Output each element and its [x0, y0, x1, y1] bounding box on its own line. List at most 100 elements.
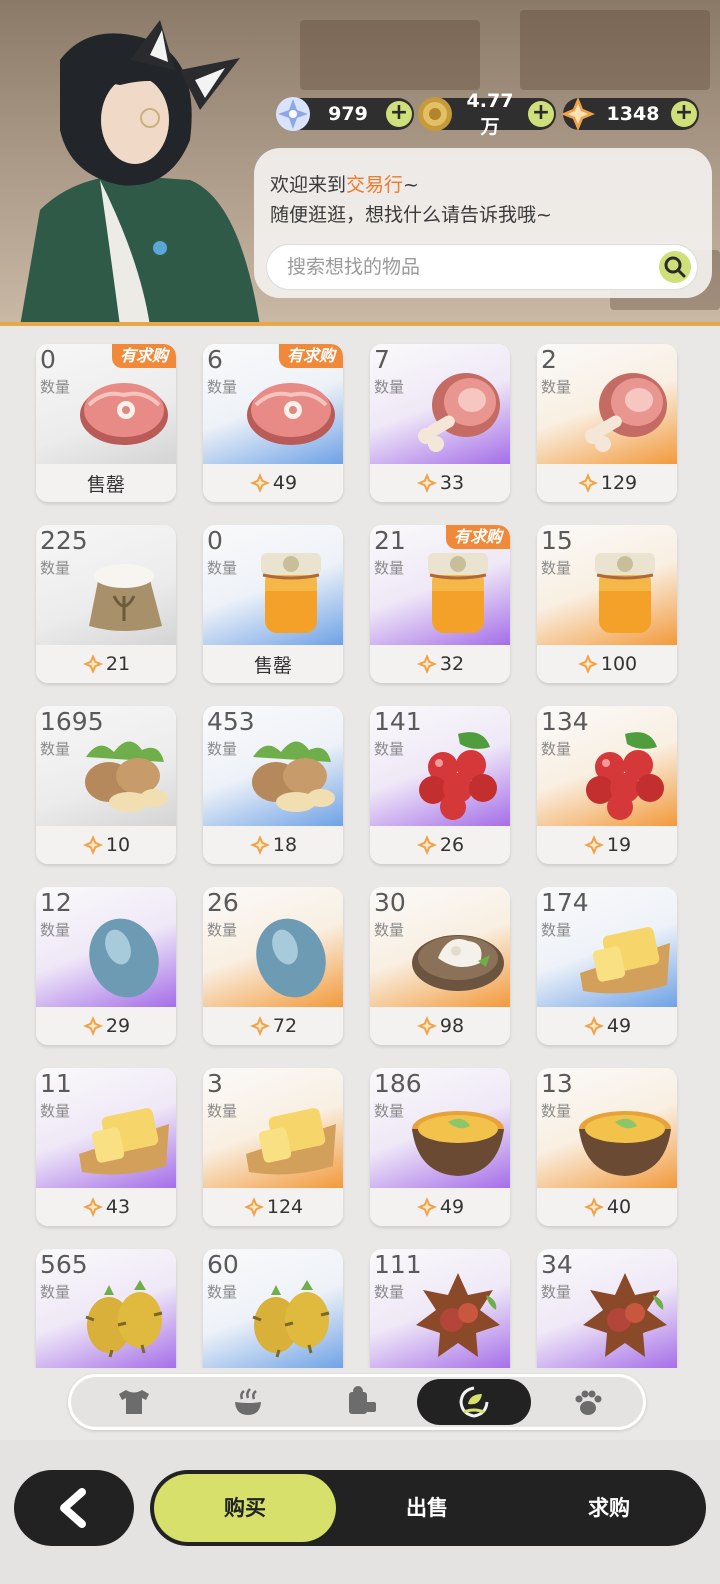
tab-clothing[interactable]	[77, 1379, 191, 1425]
gold-coin-icon	[418, 97, 452, 131]
item-count-label: 数量	[40, 1102, 71, 1120]
spiky-fruit-icon	[85, 1280, 163, 1358]
item-card[interactable]: 13 数量 40	[537, 1068, 677, 1226]
item-grid: 0 数量 有求购 售罄 6 数量 有求购 49 7 数量 33 2 数量 129 225 数量 21 0 数量 售罄 2…	[0, 326, 720, 1368]
price-value: 40	[606, 1196, 632, 1218]
item-price: 29	[36, 1007, 176, 1045]
back-button[interactable]	[14, 1470, 134, 1546]
item-price: 售罄	[36, 464, 176, 502]
item-card[interactable]: 7 数量 33	[370, 344, 510, 502]
shopkeeper-portrait	[20, 20, 260, 326]
price-value: 33	[439, 472, 465, 494]
item-card[interactable]: 0 数量 有求购售罄	[36, 344, 176, 502]
item-count-label: 数量	[541, 378, 572, 396]
sell-button[interactable]: 出售	[336, 1474, 518, 1542]
item-card[interactable]: 0 数量 售罄	[203, 525, 343, 683]
item-price: 43	[36, 1188, 176, 1226]
item-count: 0	[40, 345, 56, 374]
item-count: 225	[40, 526, 88, 555]
star-crystal-icon	[276, 97, 310, 131]
currency-gold: 4.77万 +	[418, 90, 556, 138]
item-card[interactable]: 6 数量 有求购 49	[203, 344, 343, 502]
price-value: 49	[439, 1196, 465, 1218]
orange-gem-icon	[82, 654, 103, 674]
request-button[interactable]: 求购	[518, 1474, 700, 1542]
item-count-label: 数量	[207, 378, 238, 396]
item-count: 186	[374, 1069, 422, 1098]
item-card[interactable]: 21 数量 有求购 32	[370, 525, 510, 683]
item-card[interactable]: 11 数量 43	[36, 1068, 176, 1226]
item-count: 11	[40, 1069, 72, 1098]
item-price: 72	[203, 1007, 343, 1045]
currency-star-value: 979	[328, 103, 368, 125]
item-count: 453	[207, 707, 255, 736]
search-button[interactable]	[659, 251, 691, 283]
item-count: 174	[541, 888, 589, 917]
soup-bowl-icon	[412, 1111, 504, 1176]
item-count-label: 数量	[541, 921, 572, 939]
orange-gem-icon	[561, 97, 595, 131]
search-input[interactable]	[287, 245, 647, 289]
item-card[interactable]: 15 数量 100	[537, 525, 677, 683]
item-count-label: 数量	[207, 740, 238, 758]
orange-gem-icon	[82, 1197, 103, 1217]
item-card[interactable]: 186 数量 49	[370, 1068, 510, 1226]
orange-gem-icon	[583, 1016, 604, 1036]
item-count-label: 数量	[40, 378, 71, 396]
orange-gem-icon	[416, 835, 437, 855]
item-price: 26	[370, 826, 510, 864]
item-card[interactable]: 453 数量 18	[203, 706, 343, 864]
item-card[interactable]: 134 数量 19	[537, 706, 677, 864]
item-card[interactable]: 34 数量	[537, 1249, 677, 1368]
orange-gem-icon	[583, 1197, 604, 1217]
ham-icon	[418, 373, 500, 452]
item-count: 60	[207, 1250, 239, 1279]
item-card[interactable]: 60 数量	[203, 1249, 343, 1368]
butter-icon	[79, 1108, 169, 1175]
item-card[interactable]: 30 数量 98	[370, 887, 510, 1045]
add-gold-button[interactable]: +	[528, 101, 554, 127]
currency-gem: 1348 +	[561, 97, 699, 131]
item-count: 0	[207, 526, 223, 555]
add-gem-button[interactable]: +	[671, 101, 697, 127]
item-price: 98	[370, 1007, 510, 1045]
honey-jar-icon	[428, 553, 488, 633]
category-tab-bar	[68, 1374, 646, 1430]
add-star-button[interactable]: +	[386, 101, 412, 127]
item-count: 21	[374, 526, 406, 555]
ham-icon	[585, 373, 667, 452]
orange-gem-icon	[577, 654, 598, 674]
tab-furniture[interactable]	[305, 1379, 419, 1425]
item-card[interactable]: 3 数量 124	[203, 1068, 343, 1226]
item-card[interactable]: 2 数量 129	[537, 344, 677, 502]
item-card[interactable]: 12 数量 29	[36, 887, 176, 1045]
orange-gem-icon	[249, 1016, 270, 1036]
item-card[interactable]: 26 数量 72	[203, 887, 343, 1045]
item-card[interactable]: 111 数量	[370, 1249, 510, 1368]
cheese-bowl-icon	[412, 935, 504, 991]
item-card[interactable]: 225 数量 21	[36, 525, 176, 683]
item-count: 7	[374, 345, 390, 374]
item-card[interactable]: 1695 数量 10	[36, 706, 176, 864]
tab-pets[interactable]	[531, 1379, 645, 1425]
sold-out-label: 售罄	[86, 473, 125, 496]
item-price: 21	[36, 645, 176, 683]
item-card[interactable]: 174 数量 49	[537, 887, 677, 1045]
orange-gem-icon	[249, 473, 270, 493]
buy-button[interactable]: 购买	[154, 1474, 336, 1542]
chestnut-icon	[416, 1273, 500, 1357]
item-card[interactable]: 565 数量	[36, 1249, 176, 1368]
price-value: 124	[266, 1196, 304, 1218]
price-value: 43	[105, 1196, 131, 1218]
item-count: 12	[40, 888, 72, 917]
tab-food[interactable]	[191, 1379, 305, 1425]
price-value: 49	[606, 1015, 632, 1037]
wanted-badge: 有求购	[111, 344, 176, 368]
price-value: 29	[105, 1015, 131, 1037]
item-price: 售罄	[203, 645, 343, 683]
orange-gem-icon	[416, 1197, 437, 1217]
potatoes-icon	[252, 741, 335, 812]
tab-ingredients[interactable]	[417, 1379, 531, 1425]
item-price: 49	[537, 1007, 677, 1045]
item-card[interactable]: 141 数量 26	[370, 706, 510, 864]
